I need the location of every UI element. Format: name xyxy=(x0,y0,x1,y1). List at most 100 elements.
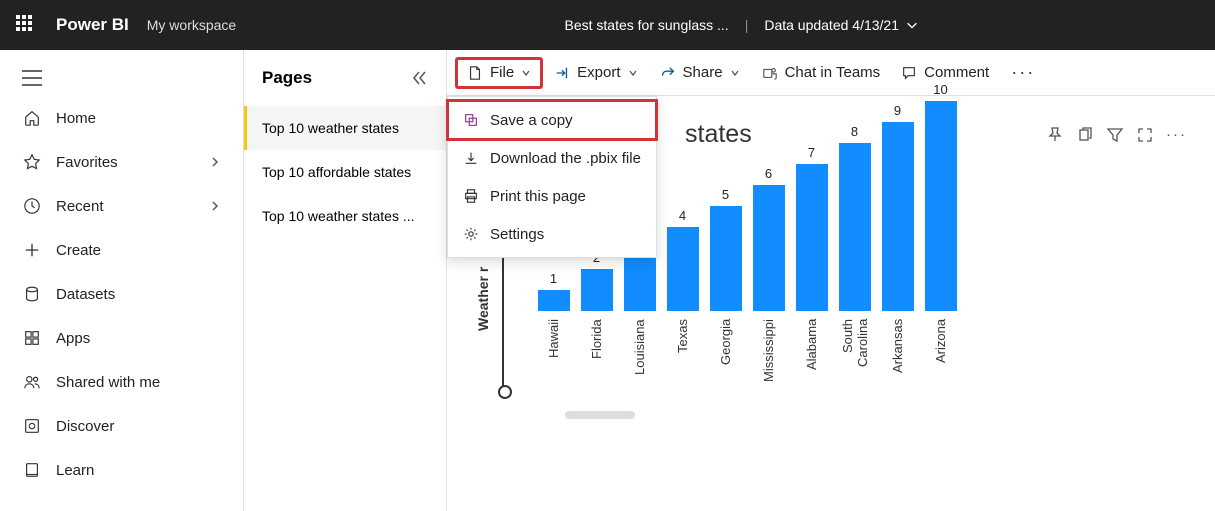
download-label: Download the .pbix file xyxy=(490,150,641,167)
bar-value: 4 xyxy=(679,208,686,223)
bar-label: Georgia xyxy=(718,319,733,399)
report-title[interactable]: Best states for sunglass ... xyxy=(565,17,729,33)
apps-icon xyxy=(22,328,42,348)
nav-label: Create xyxy=(56,242,101,259)
nav-item-datasets[interactable]: Datasets xyxy=(0,272,243,316)
download-icon xyxy=(462,149,480,167)
page-item[interactable]: Top 10 affordable states xyxy=(244,150,446,194)
report-toolbar: File Export Share Chat in Teams Comment xyxy=(447,50,1215,96)
bar-column[interactable]: 7Alabama xyxy=(791,145,832,399)
chevron-right-icon xyxy=(209,200,221,212)
nav-label: Favorites xyxy=(56,154,118,171)
app-name: Power BI xyxy=(56,15,129,35)
file-label: File xyxy=(490,64,514,81)
chart-actions: ··· xyxy=(1046,126,1187,144)
nav-label: Discover xyxy=(56,418,114,435)
bar-column[interactable]: 1 Hawaii xyxy=(533,271,574,399)
settings-label: Settings xyxy=(490,226,544,243)
settings-item[interactable]: Settings xyxy=(448,215,656,253)
home-icon xyxy=(22,108,42,128)
hamburger-icon xyxy=(22,70,42,86)
data-updated-dropdown[interactable]: Data updated 4/13/21 xyxy=(764,17,919,33)
bar-label: Alabama xyxy=(804,319,819,399)
focus-icon[interactable] xyxy=(1136,126,1154,144)
export-icon xyxy=(553,64,571,82)
bar-column[interactable]: 4Texas xyxy=(662,208,703,399)
app-launcher-icon[interactable] xyxy=(16,15,36,35)
nav-label: Shared with me xyxy=(56,374,160,391)
page-item[interactable]: Top 10 weather states ... xyxy=(244,194,446,238)
nav-label: Datasets xyxy=(56,286,115,303)
pin-icon[interactable] xyxy=(1046,126,1064,144)
more-icon[interactable]: ··· xyxy=(1166,126,1187,144)
nav-item-discover[interactable]: Discover xyxy=(0,404,243,448)
file-button[interactable]: File xyxy=(455,57,543,89)
plus-icon xyxy=(22,240,42,260)
share-icon xyxy=(659,64,677,82)
export-button[interactable]: Export xyxy=(543,58,648,88)
filter-icon[interactable] xyxy=(1106,126,1124,144)
chevron-down-icon xyxy=(520,67,532,79)
share-button[interactable]: Share xyxy=(649,58,751,88)
bar-column[interactable]: 2Florida xyxy=(576,250,617,399)
copy-icon[interactable] xyxy=(1076,126,1094,144)
pages-title: Pages xyxy=(262,68,312,88)
separator: | xyxy=(745,17,749,33)
nav-item-favorites[interactable]: Favorites xyxy=(0,140,243,184)
chart-title: states xyxy=(685,120,752,149)
print-item[interactable]: Print this page xyxy=(448,177,656,215)
bar-label: Florida xyxy=(589,319,604,399)
nav-label: Apps xyxy=(56,330,90,347)
bar-value: 8 xyxy=(851,124,858,139)
teams-icon xyxy=(761,64,779,82)
chat-teams-button[interactable]: Chat in Teams xyxy=(751,58,891,88)
bar-value: 1 xyxy=(550,271,557,286)
nav-item-create[interactable]: Create xyxy=(0,228,243,272)
gear-icon xyxy=(462,225,480,243)
bar-value: 5 xyxy=(722,187,729,202)
file-dropdown: Save a copy Download the .pbix file Prin… xyxy=(447,96,657,258)
workspace-name[interactable]: My workspace xyxy=(147,17,236,33)
collapse-icon[interactable] xyxy=(410,69,428,87)
nav-item-home[interactable]: Home xyxy=(0,96,243,140)
share-label: Share xyxy=(683,64,723,81)
save-copy-item[interactable]: Save a copy xyxy=(448,101,656,139)
people-icon xyxy=(22,372,42,392)
toolbar-more-button[interactable]: ··· xyxy=(1003,56,1043,89)
database-icon xyxy=(22,284,42,304)
copy-icon xyxy=(462,111,480,129)
bar xyxy=(925,101,957,311)
bar-label: Hawaii xyxy=(546,319,561,399)
comment-label: Comment xyxy=(924,64,989,81)
bar-column[interactable]: 8South Carolina xyxy=(834,124,875,399)
bar-column[interactable]: 6Mississippi xyxy=(748,166,789,399)
bar-label: Louisiana xyxy=(632,319,647,399)
save-copy-label: Save a copy xyxy=(490,112,573,129)
nav-item-learn[interactable]: Learn xyxy=(0,448,243,492)
chevron-down-icon xyxy=(729,67,741,79)
page-item[interactable]: Top 10 weather states xyxy=(244,106,446,150)
left-nav: Home Favorites Recent Create Datasets Ap… xyxy=(0,50,244,511)
bar-column[interactable]: 5 Georgia xyxy=(705,187,746,399)
nav-toggle-button[interactable] xyxy=(0,60,243,96)
nav-label: Recent xyxy=(56,198,104,215)
bar xyxy=(882,122,914,311)
bar-column[interactable]: 9Arkansas xyxy=(877,103,918,399)
nav-item-apps[interactable]: Apps xyxy=(0,316,243,360)
app-header: Power BI My workspace Best states for su… xyxy=(0,0,1215,50)
nav-item-recent[interactable]: Recent xyxy=(0,184,243,228)
print-label: Print this page xyxy=(490,188,586,205)
nav-item-shared[interactable]: Shared with me xyxy=(0,360,243,404)
bar-label: Arizona xyxy=(933,319,948,399)
bar-value: 9 xyxy=(894,103,901,118)
comment-icon xyxy=(900,64,918,82)
bar xyxy=(581,269,613,311)
download-item[interactable]: Download the .pbix file xyxy=(448,139,656,177)
nav-label: Learn xyxy=(56,462,94,479)
bar xyxy=(796,164,828,311)
clock-icon xyxy=(22,196,42,216)
data-updated-label: Data updated 4/13/21 xyxy=(764,17,899,33)
horizontal-scrollbar[interactable] xyxy=(565,411,635,419)
bar-column[interactable]: 10Arizona xyxy=(920,82,961,399)
bar-value: 6 xyxy=(765,166,772,181)
